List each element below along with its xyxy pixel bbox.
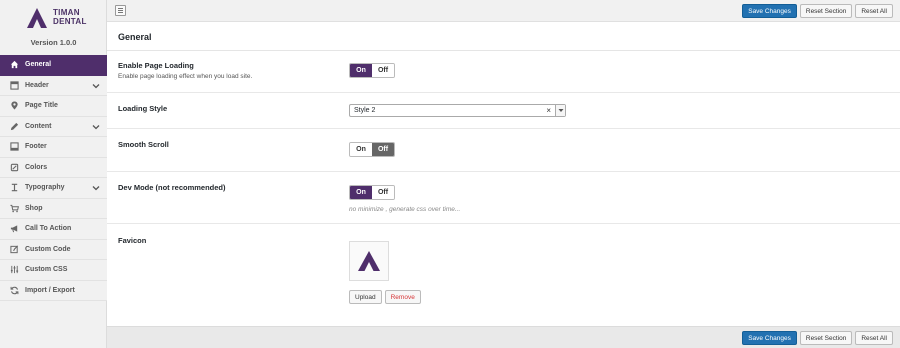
sidebar-item-label: Colors xyxy=(25,163,48,171)
header-icon xyxy=(9,80,19,90)
bottom-toolbar: Save Changes Reset Section Reset All xyxy=(107,326,900,348)
footer-icon xyxy=(9,142,19,152)
reset-all-button[interactable]: Reset All xyxy=(855,331,893,345)
reset-section-button[interactable]: Reset Section xyxy=(799,4,853,18)
page-loading-on[interactable]: On xyxy=(350,64,372,77)
dev-mode-on[interactable]: On xyxy=(350,186,372,199)
section-title: General xyxy=(118,32,152,42)
sidebar-item-custom-css[interactable]: Custom CSS xyxy=(0,260,107,281)
dev-mode-off[interactable]: Off xyxy=(372,186,394,199)
sidebar-item-label: General xyxy=(25,61,52,69)
brand-logo: TIMAN DENTAL xyxy=(26,7,96,29)
sidebar-item-page-title[interactable]: Page Title xyxy=(0,96,107,117)
favicon-label: Favicon xyxy=(118,236,147,245)
save-changes-button[interactable]: Save Changes xyxy=(742,331,797,345)
chevron-down-icon[interactable] xyxy=(92,82,100,90)
brand-line2: DENTAL xyxy=(53,17,87,26)
home-icon xyxy=(9,60,19,70)
cart-icon xyxy=(9,203,19,213)
sidebar-item-label: Custom CSS xyxy=(25,266,68,274)
dev-mode-label: Dev Mode (not recommended) xyxy=(118,183,226,192)
sidebar-item-label: Import / Export xyxy=(25,286,75,294)
dev-mode-hint: no minimize , generate css over time... xyxy=(349,206,461,213)
reset-section-button[interactable]: Reset Section xyxy=(799,331,853,345)
favicon-row: Favicon Upload Remove xyxy=(107,224,900,326)
sliders-icon xyxy=(9,265,19,275)
brand-line1: TIMAN xyxy=(53,8,80,17)
clear-icon[interactable]: × xyxy=(546,106,551,115)
sidebar-menu: General Header Page Title Content Footer… xyxy=(0,55,107,301)
upload-button[interactable]: Upload xyxy=(349,290,382,304)
top-toolbar: Save Changes Reset Section Reset All xyxy=(107,0,900,22)
panel-toggle-icon[interactable] xyxy=(115,5,126,16)
sidebar-item-content[interactable]: Content xyxy=(0,116,107,137)
color-picker-icon xyxy=(9,162,19,172)
sidebar-item-label: Content xyxy=(25,122,52,130)
favicon-logo-icon xyxy=(358,251,380,271)
sidebar-item-header[interactable]: Header xyxy=(0,75,107,96)
loading-style-label: Loading Style xyxy=(118,104,168,113)
settings-panel: General Enable Page Loading Enable page … xyxy=(107,22,900,326)
refresh-icon xyxy=(9,285,19,295)
page-loading-label: Enable Page Loading xyxy=(118,61,194,70)
smooth-scroll-row: Smooth Scroll On Off xyxy=(107,129,900,172)
sidebar-item-label: Shop xyxy=(25,204,43,212)
page-loading-row: Enable Page Loading Enable page loading … xyxy=(107,51,900,93)
megaphone-icon xyxy=(9,224,19,234)
pencil-icon xyxy=(9,121,19,131)
reset-all-button[interactable]: Reset All xyxy=(855,4,893,18)
sidebar-item-label: Page Title xyxy=(25,102,58,110)
version-label: Version 1.0.0 xyxy=(30,38,77,47)
sidebar: TIMAN DENTAL Version 1.0.0 General Heade… xyxy=(0,0,107,348)
loading-style-row: Loading Style Style 2 × xyxy=(107,93,900,129)
logo-mark-icon xyxy=(27,8,47,28)
sidebar-item-import-export[interactable]: Import / Export xyxy=(0,280,107,301)
sidebar-item-label: Call To Action xyxy=(25,225,72,233)
chevron-down-icon[interactable] xyxy=(92,123,100,131)
remove-button[interactable]: Remove xyxy=(384,290,421,304)
dropdown-arrow-icon[interactable] xyxy=(555,105,565,116)
sidebar-item-label: Typography xyxy=(25,184,65,192)
sidebar-item-footer[interactable]: Footer xyxy=(0,137,107,158)
save-changes-button[interactable]: Save Changes xyxy=(742,4,797,18)
page-loading-description: Enable page loading effect when you load… xyxy=(118,73,253,80)
dev-mode-row: Dev Mode (not recommended) On Off no min… xyxy=(107,172,900,224)
smooth-scroll-on[interactable]: On xyxy=(350,143,372,156)
sidebar-item-general[interactable]: General xyxy=(0,55,107,76)
sidebar-item-colors[interactable]: Colors xyxy=(0,157,107,178)
sidebar-item-typography[interactable]: Typography xyxy=(0,178,107,199)
loading-style-value: Style 2 xyxy=(354,107,376,114)
sidebar-item-call-to-action[interactable]: Call To Action xyxy=(0,219,107,240)
map-pin-icon xyxy=(9,101,19,111)
sidebar-item-label: Custom Code xyxy=(25,245,71,253)
sidebar-item-label: Footer xyxy=(25,143,47,151)
favicon-preview xyxy=(349,241,389,281)
smooth-scroll-off[interactable]: Off xyxy=(372,143,394,156)
code-edit-icon xyxy=(9,244,19,254)
dev-mode-toggle[interactable]: On Off xyxy=(349,185,395,200)
sidebar-item-label: Header xyxy=(25,81,49,89)
smooth-scroll-toggle[interactable]: On Off xyxy=(349,142,395,157)
sidebar-item-custom-code[interactable]: Custom Code xyxy=(0,239,107,260)
sidebar-item-shop[interactable]: Shop xyxy=(0,198,107,219)
page-loading-off[interactable]: Off xyxy=(372,64,394,77)
chevron-down-icon[interactable] xyxy=(92,184,100,192)
typography-icon xyxy=(9,183,19,193)
loading-style-select[interactable]: Style 2 × xyxy=(349,104,566,117)
page-loading-toggle[interactable]: On Off xyxy=(349,63,395,78)
smooth-scroll-label: Smooth Scroll xyxy=(118,140,169,149)
